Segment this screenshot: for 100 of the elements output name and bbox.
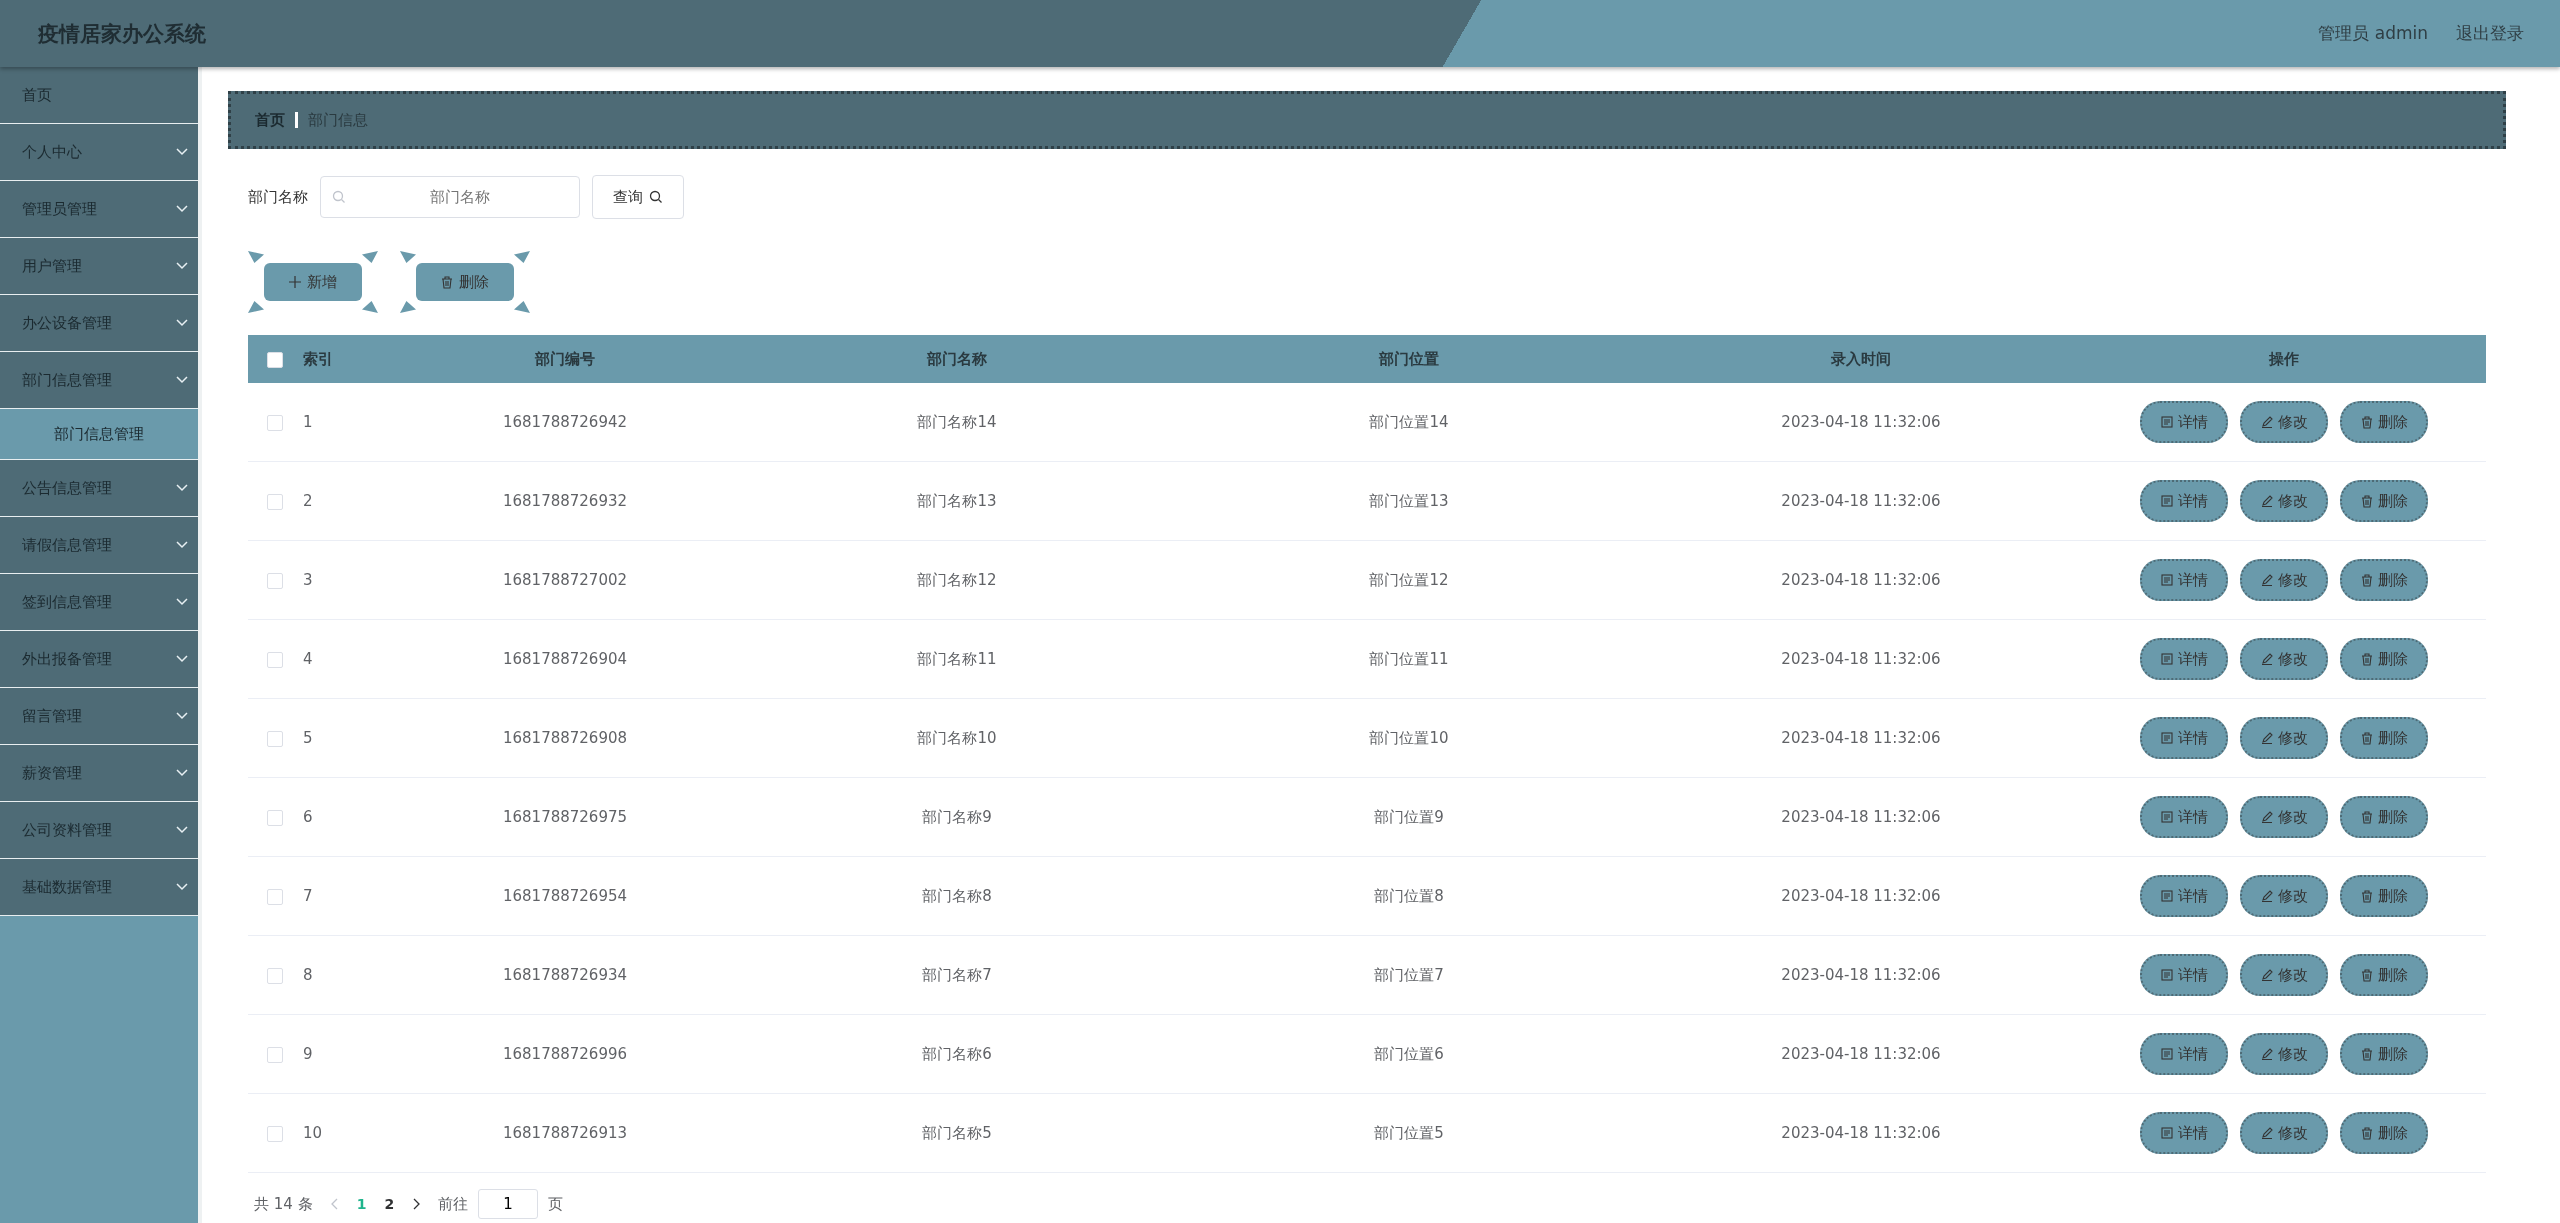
row-checkbox[interactable] xyxy=(267,414,283,431)
table-cell: 3 xyxy=(303,571,313,589)
chevron-icon xyxy=(176,826,188,834)
document-icon xyxy=(2160,653,2173,665)
add-button[interactable]: 新增 xyxy=(264,263,362,301)
table-cell: 部门名称7 xyxy=(922,965,992,984)
column-header: 部门名称 xyxy=(927,349,987,368)
delete-button[interactable]: 删除 xyxy=(2340,796,2428,838)
pencil-icon xyxy=(2260,416,2273,428)
chevron-icon xyxy=(176,541,188,549)
detail-button[interactable]: 详情 xyxy=(2140,1112,2228,1154)
row-checkbox[interactable] xyxy=(267,493,283,510)
sidebar-item[interactable]: 留言管理 xyxy=(0,688,198,745)
select-all-checkbox[interactable] xyxy=(267,351,283,368)
goto-label: 前往 xyxy=(438,1194,469,1214)
delete-button[interactable]: 删除 xyxy=(2340,717,2428,759)
edit-button[interactable]: 修改 xyxy=(2240,954,2328,996)
edit-button[interactable]: 修改 xyxy=(2240,1112,2328,1154)
total-count: 共 14 条 xyxy=(254,1194,313,1214)
row-checkbox[interactable] xyxy=(267,651,283,668)
delete-button[interactable]: 删除 xyxy=(2340,401,2428,443)
trash-icon xyxy=(2360,494,2373,508)
table-cell: 部门名称5 xyxy=(922,1123,992,1142)
detail-button[interactable]: 详情 xyxy=(2140,796,2228,838)
next-page-icon[interactable] xyxy=(412,1198,421,1210)
column-header: 部门位置 xyxy=(1379,349,1439,368)
row-checkbox[interactable] xyxy=(267,572,283,589)
delete-button[interactable]: 删除 xyxy=(2340,1033,2428,1075)
page-input[interactable]: 1 xyxy=(478,1189,539,1219)
row-checkbox[interactable] xyxy=(267,1125,283,1142)
app-title: 疫情居家办公系统 xyxy=(38,20,206,48)
table-cell: 部门名称13 xyxy=(917,491,997,510)
row-checkbox[interactable] xyxy=(267,1046,283,1063)
pencil-icon xyxy=(2260,653,2273,665)
table-cell: 2023-04-18 11:32:06 xyxy=(1781,413,1941,431)
table-cell: 部门位置6 xyxy=(1374,1044,1444,1063)
pencil-icon xyxy=(2260,969,2273,981)
page-number[interactable]: 2 xyxy=(384,1196,395,1212)
sidebar-item[interactable]: 公司资料管理 xyxy=(0,802,198,859)
edit-button[interactable]: 修改 xyxy=(2240,401,2328,443)
document-icon xyxy=(2160,495,2173,507)
row-checkbox[interactable] xyxy=(267,967,283,984)
table-cell: 1681788726932 xyxy=(502,492,628,510)
table-cell: 2023-04-18 11:32:06 xyxy=(1781,887,1941,905)
trash-icon xyxy=(2360,889,2373,903)
detail-button[interactable]: 详情 xyxy=(2140,954,2228,996)
logout-link[interactable]: 退出登录 xyxy=(2456,22,2524,45)
breadcrumb-item[interactable]: 首页 xyxy=(255,110,285,130)
pencil-icon xyxy=(2260,574,2273,586)
trash-icon xyxy=(2360,731,2373,745)
edit-button[interactable]: 修改 xyxy=(2240,717,2328,759)
delete-button[interactable]: 删除 xyxy=(2340,480,2428,522)
table-cell: 部门名称6 xyxy=(922,1044,992,1063)
detail-button[interactable]: 详情 xyxy=(2140,717,2228,759)
table-cell: 2 xyxy=(303,492,313,510)
table-cell: 部门位置14 xyxy=(1369,412,1449,431)
detail-button[interactable]: 详情 xyxy=(2140,559,2228,601)
delete-button[interactable]: 删除 xyxy=(2340,875,2428,917)
delete-button[interactable]: 删除 xyxy=(2340,559,2428,601)
edit-button[interactable]: 修改 xyxy=(2240,796,2328,838)
detail-button[interactable]: 详情 xyxy=(2140,1033,2228,1075)
table-cell: 2023-04-18 11:32:06 xyxy=(1781,966,1941,984)
sidebar-subitem[interactable]: 部门信息管理 xyxy=(0,409,198,460)
chevron-icon xyxy=(176,712,188,720)
search-button[interactable]: 查询 xyxy=(592,175,684,219)
sidebar-item[interactable]: 基础数据管理 xyxy=(0,859,198,916)
column-header: 录入时间 xyxy=(1831,349,1891,368)
page-number[interactable]: 1 xyxy=(356,1196,367,1212)
row-checkbox[interactable] xyxy=(267,888,283,905)
search-label: 部门名称 xyxy=(248,187,308,207)
table-cell: 9 xyxy=(303,1045,313,1063)
delete-button[interactable]: 删除 xyxy=(2340,638,2428,680)
sidebar-item[interactable]: 薪资管理 xyxy=(0,745,198,802)
chevron-icon xyxy=(176,205,188,213)
search-field[interactable]: 部门名称 xyxy=(320,176,580,218)
document-icon xyxy=(2160,1048,2173,1060)
row-checkbox[interactable] xyxy=(267,809,283,826)
trash-icon xyxy=(2360,415,2373,429)
detail-button[interactable]: 详情 xyxy=(2140,401,2228,443)
edit-button[interactable]: 修改 xyxy=(2240,875,2328,917)
detail-button[interactable]: 详情 xyxy=(2140,875,2228,917)
delete-button[interactable]: 删除 xyxy=(2340,954,2428,996)
previous-page-icon[interactable] xyxy=(330,1198,339,1210)
detail-button[interactable]: 详情 xyxy=(2140,480,2228,522)
edit-button[interactable]: 修改 xyxy=(2240,559,2328,601)
table-cell: 部门位置11 xyxy=(1369,649,1449,668)
delete-button[interactable]: 删除 xyxy=(416,263,514,301)
detail-button[interactable]: 详情 xyxy=(2140,638,2228,680)
table-cell: 2023-04-18 11:32:06 xyxy=(1781,492,1941,510)
row-checkbox[interactable] xyxy=(267,730,283,747)
delete-button[interactable]: 删除 xyxy=(2340,1112,2428,1154)
table-cell: 1681788726942 xyxy=(502,413,628,431)
edit-button[interactable]: 修改 xyxy=(2240,1033,2328,1075)
edit-button[interactable]: 修改 xyxy=(2240,480,2328,522)
edit-button[interactable]: 修改 xyxy=(2240,638,2328,680)
table-cell: 部门名称9 xyxy=(922,807,992,826)
table-cell: 部门名称12 xyxy=(917,570,997,589)
document-icon xyxy=(2160,890,2173,902)
table-cell: 部门名称10 xyxy=(917,728,997,747)
table-cell: 部门位置12 xyxy=(1369,570,1449,589)
